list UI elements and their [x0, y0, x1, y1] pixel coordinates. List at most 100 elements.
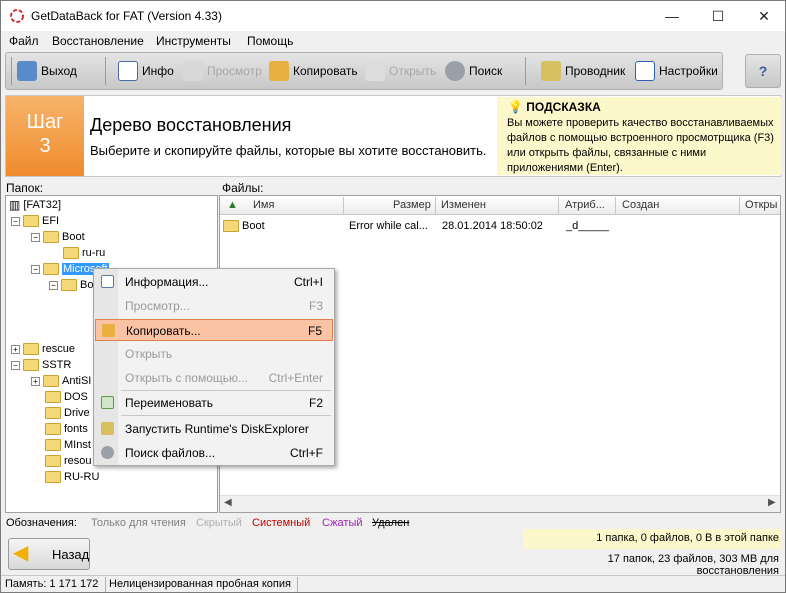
table-row[interactable]: Boot: [223, 220, 265, 232]
minimize-button[interactable]: —: [649, 1, 695, 31]
preview-button[interactable]: Просмотр: [183, 59, 262, 83]
copy-button[interactable]: Копировать: [269, 59, 358, 83]
tree-node-antisi[interactable]: + AntiSI: [31, 373, 91, 389]
tree-node-resou[interactable]: resou: [45, 453, 92, 469]
maximize-button[interactable]: ☐: [695, 1, 741, 31]
folder-icon: [43, 375, 59, 387]
menu-item-diskexplorer[interactable]: Запустить Runtime's DiskExplorer: [95, 418, 333, 440]
open-button[interactable]: Открыть: [365, 59, 436, 83]
column-divider[interactable]: [739, 197, 740, 215]
legend-readonly: Только для чтения: [91, 517, 186, 529]
rename-icon: [101, 396, 114, 409]
menu-item-open[interactable]: Открыть: [95, 343, 333, 365]
lightbulb-icon: 💡: [508, 100, 523, 114]
col-modified[interactable]: Изменен: [441, 199, 486, 211]
toolbar-separator: [525, 57, 526, 85]
tree-node-rescue[interactable]: + rescue: [11, 341, 75, 357]
menu-item-rename[interactable]: Переименовать F2: [95, 392, 333, 414]
step-subtitle: Выберите и скопируйте файлы, которые вы …: [90, 143, 487, 158]
preview-icon: [183, 61, 203, 81]
tree-label: rescue: [42, 343, 76, 355]
menu-item-label: Открыть: [125, 347, 173, 361]
menu-item-open-with[interactable]: Открыть с помощью... Ctrl+Enter: [95, 367, 333, 389]
info-button[interactable]: Инфо: [118, 59, 174, 83]
hint-text: Вы можете проверить качество восстанавли…: [507, 117, 774, 174]
settings-icon: [635, 61, 655, 81]
help-button[interactable]: ?: [745, 54, 781, 88]
collapse-icon[interactable]: −: [31, 264, 40, 274]
scroll-right-icon[interactable]: ▶: [768, 497, 776, 508]
folder-icon: [45, 423, 61, 435]
info-icon: [118, 61, 138, 81]
folder-icon: [223, 220, 239, 232]
tree-node-boot[interactable]: − Boot: [31, 229, 85, 245]
back-button[interactable]: ◀ Назад: [8, 538, 90, 570]
settings-button[interactable]: Настройки: [635, 59, 718, 83]
tree-node-efi[interactable]: − EFI: [11, 213, 59, 229]
menu-file[interactable]: Файл: [9, 34, 39, 48]
tree-node-fonts[interactable]: fonts: [45, 421, 88, 437]
tree-node-sstr[interactable]: − SSTR: [11, 357, 71, 373]
copy-label: Копировать: [293, 64, 358, 78]
column-divider[interactable]: [558, 197, 559, 215]
legend-label: Обозначения:: [6, 517, 77, 529]
folder-icon: [45, 407, 61, 419]
open-label: Открыть: [389, 64, 437, 78]
tree-node-boot-sub[interactable]: − Bo: [49, 277, 93, 293]
step-badge: Шаг 3: [6, 96, 84, 176]
cell-name: Boot: [242, 220, 265, 232]
col-size[interactable]: Размер: [393, 199, 431, 211]
exit-button[interactable]: Выход: [17, 59, 77, 83]
menu-item-preview[interactable]: Просмотр... F3: [95, 295, 333, 317]
column-divider[interactable]: [435, 197, 436, 215]
folder-icon: [45, 455, 61, 467]
tree-node-minst[interactable]: MInst: [45, 437, 91, 453]
tree-label: EFI: [42, 215, 60, 227]
col-opened[interactable]: Откры: [745, 199, 777, 211]
tree-node-ruru[interactable]: ru-ru: [63, 245, 105, 261]
menu-item-shortcut: Ctrl+Enter: [268, 371, 323, 385]
explorer-icon: [541, 61, 561, 81]
folder-icon: [43, 231, 59, 243]
column-divider[interactable]: [615, 197, 616, 215]
menu-help[interactable]: Помощь: [247, 34, 293, 48]
step-label: Шаг: [26, 111, 64, 133]
tree-node-root[interactable]: ▥ [FAT32]: [9, 197, 61, 213]
collapse-icon[interactable]: −: [11, 360, 20, 370]
column-divider[interactable]: [343, 197, 344, 215]
menu-item-label: Запустить Runtime's DiskExplorer: [125, 422, 309, 436]
scroll-left-icon[interactable]: ◀: [224, 497, 232, 508]
menu-item-copy[interactable]: Копировать... F5: [95, 319, 333, 341]
tree-node-drive[interactable]: Drive: [45, 405, 90, 421]
collapse-icon[interactable]: −: [49, 280, 58, 290]
collapse-icon[interactable]: −: [11, 216, 20, 226]
recovery-stats: 17 папок, 23 файлов, 303 MB для восстано…: [607, 553, 779, 577]
preview-label: Просмотр: [207, 64, 262, 78]
close-button[interactable]: ✕: [741, 1, 785, 31]
menu-item-label: Копировать...: [126, 324, 201, 338]
tree-label: RU-RU: [64, 471, 100, 483]
col-created[interactable]: Создан: [622, 199, 659, 211]
legend-compressed: Сжатый: [322, 517, 363, 529]
window-title: GetDataBack for FAT (Version 4.33): [31, 9, 222, 23]
col-name[interactable]: Имя: [253, 199, 274, 211]
menu-tools[interactable]: Инструменты: [156, 34, 231, 48]
expand-icon[interactable]: +: [11, 344, 20, 354]
folder-icon: [45, 471, 61, 483]
explorer-button[interactable]: Проводник: [541, 59, 625, 83]
menu-item-info[interactable]: Информация... Ctrl+I: [95, 271, 333, 293]
expand-icon[interactable]: +: [31, 376, 40, 386]
copy-icon: [269, 61, 289, 81]
menu-item-find[interactable]: Поиск файлов... Ctrl+F: [95, 442, 333, 464]
col-attrib[interactable]: Атриб...: [565, 199, 605, 211]
horizontal-scrollbar[interactable]: [220, 495, 780, 512]
menu-recovery[interactable]: Восстановление: [52, 34, 144, 48]
search-button[interactable]: Поиск: [445, 59, 502, 83]
collapse-icon[interactable]: −: [31, 232, 40, 242]
menu-item-shortcut: F2: [308, 396, 323, 410]
tree-node-dos[interactable]: DOS: [45, 389, 88, 405]
tree-node-ru-ru[interactable]: RU-RU: [45, 469, 99, 485]
diskexplorer-icon: [101, 422, 114, 435]
menu-item-shortcut: F5: [307, 324, 322, 338]
sort-up-icon: ▲: [227, 199, 238, 211]
